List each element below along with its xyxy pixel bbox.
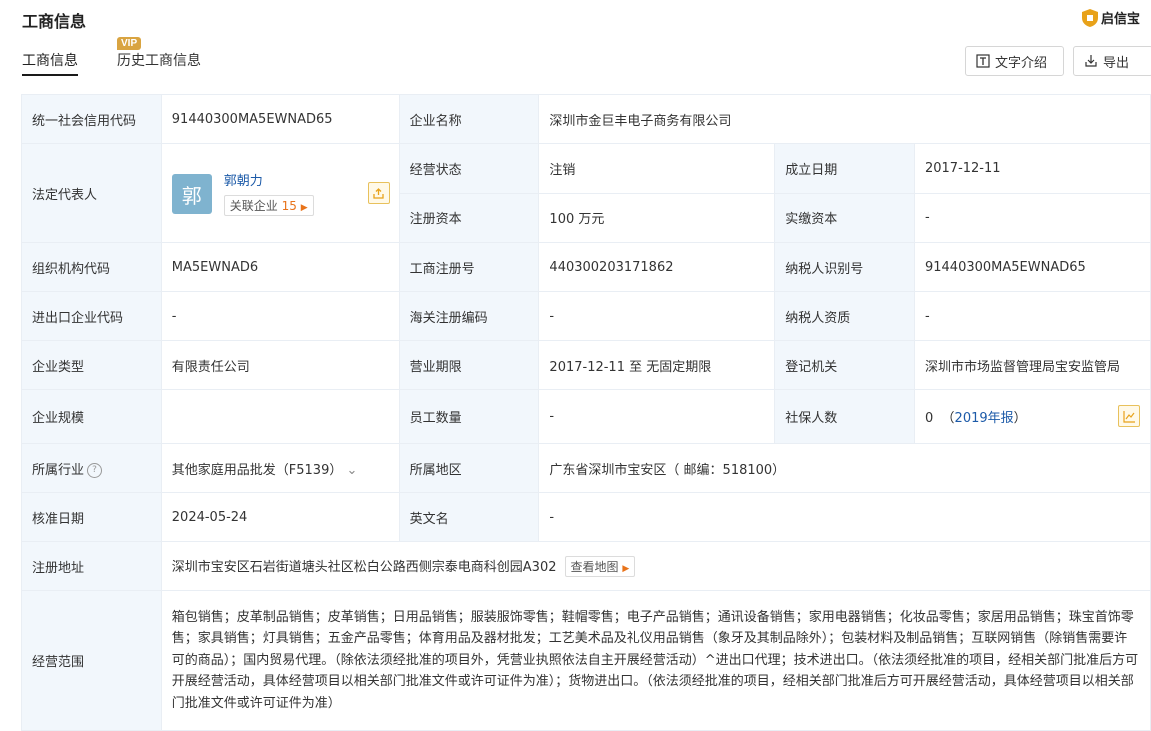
table-row: 企业规模 员工数量 - 社保人数 0 （2019年报） <box>21 389 1151 444</box>
label-authority: 登记机关 <box>774 340 915 390</box>
brand-name: 启信宝 <box>1101 12 1141 27</box>
label-approve-date: 核准日期 <box>21 492 162 542</box>
share-button[interactable] <box>367 182 390 204</box>
label-term: 营业期限 <box>398 340 540 390</box>
label-insured: 社保人数 <box>774 389 915 444</box>
value-tax-qual: - <box>913 291 1151 341</box>
table-row: 注册地址 深圳市宝安区石岩街道塘头社区松白公路西侧宗泰电商科创园A302 查看地图… <box>21 541 1151 591</box>
brand-logo: 启信宝 <box>1082 8 1140 27</box>
value-term: 2017-12-11 至 无固定期限 <box>538 340 776 390</box>
value-insured-count: 0 <box>924 411 934 426</box>
table-row: 进出口企业代码 - 海关注册编码 - 纳税人资质 - <box>21 291 1151 341</box>
label-org-code: 组织机构代码 <box>21 242 162 292</box>
value-approve-date: 2024-05-24 <box>160 492 400 542</box>
label-address: 注册地址 <box>21 541 162 591</box>
related-label: 关联企业 <box>229 199 278 213</box>
label-employees: 员工数量 <box>398 389 540 444</box>
view-map-label: 查看地图 <box>570 559 619 574</box>
avatar: 郭 <box>171 174 212 214</box>
table-row: 法定代表人 郭 郭朝力 关联企业 15 ▶ 经营状态 注销 成立日期 2017-… <box>21 143 1151 243</box>
tab-business-info[interactable]: 工商信息 <box>22 50 78 76</box>
label-reg-no: 工商注册号 <box>398 242 540 292</box>
insured-cell: 0 （2019年报） <box>913 389 1151 444</box>
related-companies-button[interactable]: 关联企业 15 ▶ <box>223 195 314 216</box>
value-industry: 其他家庭用品批发（F5139） <box>171 462 343 478</box>
chart-icon <box>1122 410 1135 423</box>
table-row: 核准日期 2024-05-24 英文名 - <box>21 492 1151 542</box>
trend-button[interactable] <box>1118 405 1140 427</box>
table-row: 经营范围 箱包销售；皮革制品销售；皮革销售；日用品销售；服装服饰零售；鞋帽零售；… <box>21 590 1151 731</box>
label-region: 所属地区 <box>398 443 540 493</box>
export-label: 导出 <box>1103 55 1130 71</box>
page-title: 工商信息 <box>22 12 87 31</box>
export-button[interactable]: 导出 <box>1073 46 1151 76</box>
value-credit-code: 91440300MA5EWNAD65 <box>160 94 400 144</box>
vip-badge: VIP <box>117 37 142 50</box>
chevron-down-icon: ⌄ <box>346 462 358 478</box>
tab-history[interactable]: 历史工商信息 <box>117 50 201 70</box>
label-industry-cell: 所属行业? <box>21 443 162 493</box>
text-intro-button[interactable]: 文字介绍 <box>965 46 1064 76</box>
label-reg-capital: 注册资本 <box>398 192 540 243</box>
insured-report-link[interactable]: 2019年报 <box>955 411 1014 426</box>
label-industry: 所属行业 <box>32 462 85 478</box>
value-address: 深圳市宝安区石岩街道塘头社区松白公路西侧宗泰电商科创园A302 <box>171 559 557 575</box>
label-company-name: 企业名称 <box>398 94 540 144</box>
label-scope: 经营范围 <box>21 590 162 731</box>
value-tax-id: 91440300MA5EWNAD65 <box>913 242 1151 292</box>
label-legal-rep: 法定代表人 <box>21 143 162 243</box>
paren-open: （ <box>937 411 955 426</box>
arrow-right-icon: ▶ <box>300 203 308 213</box>
label-credit-code: 统一社会信用代码 <box>21 94 162 144</box>
view-map-button[interactable]: 查看地图 ▶ <box>564 555 636 577</box>
arrow-right-icon: ▶ <box>622 563 630 574</box>
share-icon <box>373 187 384 199</box>
label-tax-qual: 纳税人资质 <box>774 291 915 341</box>
table-row: 企业类型 有限责任公司 营业期限 2017-12-11 至 无固定期限 登记机关… <box>21 340 1151 390</box>
shield-icon <box>1082 8 1098 27</box>
value-import-code: - <box>160 291 400 341</box>
legal-rep-cell: 郭 郭朝力 关联企业 15 ▶ <box>160 143 400 243</box>
value-employees: - <box>538 389 776 444</box>
paren-close: ） <box>1013 411 1027 426</box>
value-scope: 箱包销售；皮革制品销售；皮革销售；日用品销售；服装服饰零售；鞋帽零售；电子产品销… <box>160 590 1151 731</box>
table-row: 组织机构代码 MA5EWNAD6 工商注册号 440300203171862 纳… <box>21 242 1151 292</box>
label-scale: 企业规模 <box>21 389 162 444</box>
label-status: 经营状态 <box>398 143 540 194</box>
address-cell: 深圳市宝安区石岩街道塘头社区松白公路西侧宗泰电商科创园A302 查看地图 ▶ <box>160 541 1151 591</box>
value-org-code: MA5EWNAD6 <box>160 242 400 292</box>
label-import-code: 进出口企业代码 <box>21 291 162 341</box>
table-row: 所属行业? 其他家庭用品批发（F5139） ⌄ 所属地区 广东省深圳市宝安区（ … <box>21 443 1151 493</box>
text-intro-label: 文字介绍 <box>995 55 1048 71</box>
label-type: 企业类型 <box>21 340 162 390</box>
industry-cell[interactable]: 其他家庭用品批发（F5139） ⌄ <box>160 443 400 493</box>
label-customs-code: 海关注册编码 <box>398 291 540 341</box>
legal-rep-name-link[interactable]: 郭朝力 <box>224 170 263 189</box>
table-row: 统一社会信用代码 91440300MA5EWNAD65 企业名称 深圳市金巨丰电… <box>21 94 1151 144</box>
download-icon <box>1085 55 1097 67</box>
text-icon <box>976 54 990 68</box>
value-reg-no: 440300203171862 <box>538 242 776 292</box>
value-reg-capital: 100 万元 <box>538 192 776 243</box>
business-info-table: 统一社会信用代码 91440300MA5EWNAD65 企业名称 深圳市金巨丰电… <box>21 94 1151 731</box>
question-icon[interactable]: ? <box>87 462 103 478</box>
value-type: 有限责任公司 <box>160 340 400 390</box>
value-company-name: 深圳市金巨丰电子商务有限公司 <box>538 94 1151 144</box>
value-authority: 深圳市市场监督管理局宝安监管局 <box>913 340 1151 390</box>
label-paid-capital: 实缴资本 <box>774 192 915 243</box>
related-count: 15 <box>281 199 297 213</box>
value-found-date: 2017-12-11 <box>913 143 1151 194</box>
label-english-name: 英文名 <box>398 492 540 542</box>
value-region: 广东省深圳市宝安区（ 邮编：518100） <box>538 443 1151 493</box>
value-scale <box>160 389 400 444</box>
value-customs-code: - <box>538 291 776 341</box>
value-paid-capital: - <box>913 192 1151 243</box>
value-status: 注销 <box>538 143 776 194</box>
label-found-date: 成立日期 <box>774 143 915 194</box>
label-tax-id: 纳税人识别号 <box>774 242 915 292</box>
value-english-name: - <box>538 492 1151 542</box>
